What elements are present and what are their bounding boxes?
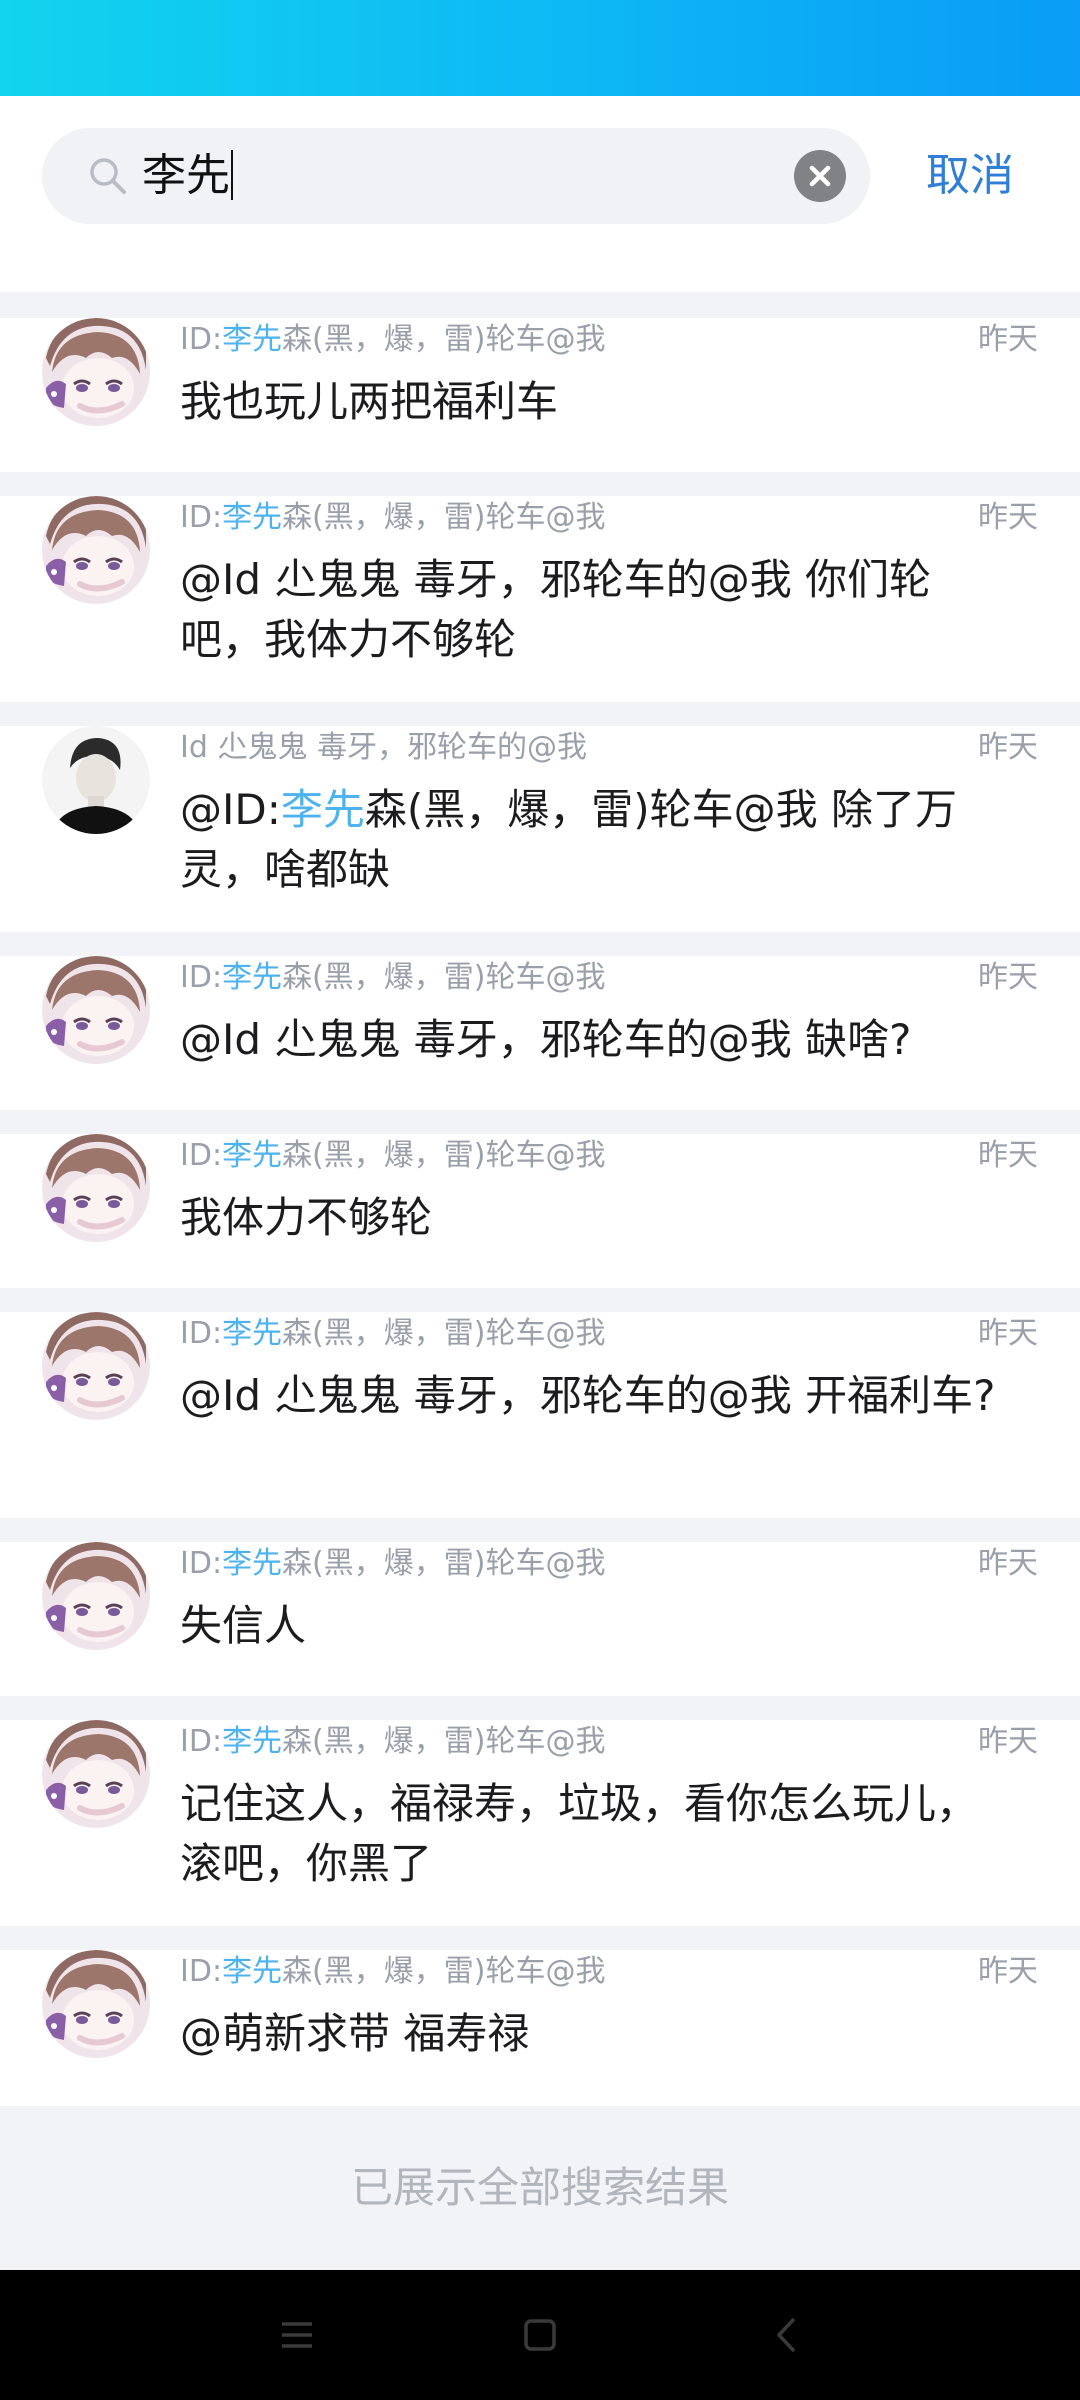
sender-name: ID:李先森(黑，爆，雷)轮车@我 (180, 1720, 605, 1764)
sender-highlight: 李先 (222, 960, 283, 995)
status-bar (0, 0, 1080, 96)
avatar[interactable] (42, 1134, 150, 1242)
search-result-item[interactable]: ID:李先森(黑，爆，雷)轮车@我 昨天记住这人，福禄寿，垃圾，看你怎么玩儿，滚吧… (0, 1720, 1080, 1926)
avatar[interactable] (42, 726, 150, 834)
sender-highlight: 李先 (222, 1316, 283, 1351)
sender-name: Id 尐鬼鬼 毒牙，邪轮车的@我 (180, 726, 587, 770)
message-time: 昨天 (978, 730, 1038, 765)
message-prefix: @ID: (180, 785, 281, 834)
sender-suffix: 森(黑，爆，雷)轮车@我 (282, 1138, 606, 1173)
message-time: 昨天 (978, 1316, 1038, 1351)
avatar[interactable] (42, 496, 150, 604)
sender-prefix: ID: (180, 1546, 223, 1581)
clear-icon[interactable] (794, 150, 846, 202)
sender-name: ID:李先森(黑，爆，雷)轮车@我 (180, 1134, 605, 1178)
search-box[interactable]: 李先 (42, 128, 870, 224)
message-text: @Id 尐鬼鬼 毒牙，邪轮车的@我 开福利车? (180, 1371, 996, 1420)
message-time: 昨天 (978, 1724, 1038, 1759)
message-text: @ID:李先森(黑，爆，雷)轮车@我 除了万灵，啥都缺 (180, 780, 1010, 900)
message-time: 昨天 (978, 1546, 1038, 1581)
sender-prefix: ID: (180, 1954, 223, 1989)
sender-name: ID:李先森(黑，爆，雷)轮车@我 (180, 1312, 605, 1356)
search-result-item[interactable]: ID:李先森(黑，爆，雷)轮车@我 昨天我也玩儿两把福利车 (0, 318, 1080, 472)
avatar[interactable] (42, 318, 150, 426)
search-icon (90, 158, 126, 194)
avatar[interactable] (42, 1542, 150, 1650)
message-time: 昨天 (978, 960, 1038, 995)
message-text: 我体力不够轮 (180, 1193, 433, 1242)
search-result-item[interactable]: ID:李先森(黑，爆，雷)轮车@我 昨天失信人 (0, 1542, 1080, 1696)
search-result-item[interactable]: ID:李先森(黑，爆，雷)轮车@我 昨天 @Id 尐鬼鬼 毒牙，邪轮车的@我 缺啥? (0, 956, 1080, 1110)
sender-prefix: Id 尐鬼鬼 毒牙，邪轮车的@我 (180, 730, 587, 765)
sender-prefix: ID: (180, 322, 223, 357)
search-result-item[interactable]: ID:李先森(黑，爆，雷)轮车@我 昨天 @Id 尐鬼鬼 毒牙，邪轮车的@我 开福利… (0, 1312, 1080, 1518)
message-time: 昨天 (978, 1954, 1038, 1989)
sender-suffix: 森(黑，爆，雷)轮车@我 (282, 500, 606, 535)
home-icon[interactable] (513, 2308, 567, 2362)
sender-prefix: ID: (180, 960, 223, 995)
sender-prefix: ID: (180, 500, 223, 535)
search-result-item[interactable]: ID:李先森(黑，爆，雷)轮车@我 昨天我体力不够轮 (0, 1134, 1080, 1288)
sender-name: ID:李先森(黑，爆，雷)轮车@我 (180, 496, 605, 540)
menu-icon[interactable] (270, 2308, 324, 2362)
sender-highlight: 李先 (222, 1546, 283, 1581)
message-time: 昨天 (978, 322, 1038, 357)
message-text: @Id 尐鬼鬼 毒牙，邪轮车的@我 缺啥? (180, 1015, 912, 1064)
message-time: 昨天 (978, 500, 1038, 535)
avatar[interactable] (42, 956, 150, 1064)
end-of-results-text: 已展示全部搜索结果 (0, 2106, 1080, 2270)
sender-highlight: 李先 (222, 322, 283, 357)
sender-name: ID:李先森(黑，爆，雷)轮车@我 (180, 1950, 605, 1994)
search-header: 李先 取消 (0, 96, 1080, 292)
sender-highlight: 李先 (222, 500, 283, 535)
search-result-item[interactable]: ID:李先森(黑，爆，雷)轮车@我 昨天 @Id 尐鬼鬼 毒牙，邪轮车的@我 你们轮… (0, 496, 1080, 702)
sender-prefix: ID: (180, 1316, 223, 1351)
sender-highlight: 李先 (222, 1724, 283, 1759)
search-result-item[interactable]: Id 尐鬼鬼 毒牙，邪轮车的@我 昨天 @ID:李先森(黑，爆，雷)轮车@我 除了万… (0, 726, 1080, 932)
message-text: @Id 尐鬼鬼 毒牙，邪轮车的@我 你们轮吧，我体力不够轮 (180, 555, 932, 664)
avatar[interactable] (42, 1312, 150, 1420)
sender-suffix: 森(黑，爆，雷)轮车@我 (282, 1954, 606, 1989)
sender-suffix: 森(黑，爆，雷)轮车@我 (282, 322, 606, 357)
cancel-button[interactable]: 取消 (900, 128, 1040, 224)
system-nav-bar (0, 2270, 1080, 2400)
sender-name: ID:李先森(黑，爆，雷)轮车@我 (180, 956, 605, 1000)
search-query: 李先 (142, 150, 230, 201)
sender-name: ID:李先森(黑，爆，雷)轮车@我 (180, 1542, 605, 1586)
back-icon[interactable] (760, 2308, 814, 2362)
sender-suffix: 森(黑，爆，雷)轮车@我 (282, 1546, 606, 1581)
sender-prefix: ID: (180, 1138, 223, 1173)
sender-highlight: 李先 (222, 1954, 283, 1989)
sender-prefix: ID: (180, 1724, 223, 1759)
message-text: 失信人 (180, 1601, 307, 1650)
avatar[interactable] (42, 1950, 150, 2058)
avatar[interactable] (42, 1720, 150, 1828)
sender-name: ID:李先森(黑，爆，雷)轮车@我 (180, 318, 605, 362)
search-input[interactable]: 李先 (142, 140, 742, 212)
sender-suffix: 森(黑，爆，雷)轮车@我 (282, 1316, 606, 1351)
text-caret (231, 150, 233, 200)
sender-highlight: 李先 (222, 1138, 283, 1173)
message-time: 昨天 (978, 1138, 1038, 1173)
search-result-item[interactable]: ID:李先森(黑，爆，雷)轮车@我 昨天 @萌新求带 福寿禄 (0, 1950, 1080, 2106)
message-highlight: 李先 (280, 785, 365, 834)
message-text: 记住这人，福禄寿，垃圾，看你怎么玩儿，滚吧，你黑了 (180, 1779, 979, 1888)
message-text: @萌新求带 福寿禄 (180, 2009, 530, 2058)
sender-suffix: 森(黑，爆，雷)轮车@我 (282, 1724, 606, 1759)
message-text: 我也玩儿两把福利车 (180, 377, 559, 426)
sender-suffix: 森(黑，爆，雷)轮车@我 (282, 960, 606, 995)
